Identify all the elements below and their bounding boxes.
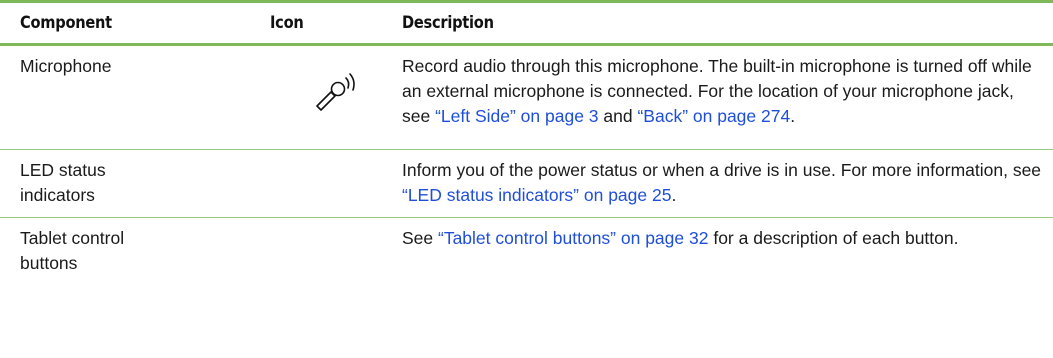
component-name: Microphone [20,56,112,76]
component-name: LED status indicators [20,160,106,205]
header-icon: Icon [270,13,304,33]
component-description: Record audio through this microphone. Th… [402,56,1032,126]
link-led-status-indicators[interactable]: “LED status indicators” on page 25 [402,185,671,205]
table-row: LED status indicators Inform you of the … [0,150,1053,218]
table-header-row: Component Icon Description [0,1,1053,45]
table-row: Microphone Record audio through this mic… [0,45,1053,150]
link-left-side[interactable]: “Left Side” on page 3 [435,106,598,126]
link-tablet-control-buttons[interactable]: “Tablet control buttons” on page 32 [438,228,708,248]
icon-cell [250,45,382,150]
microphone-icon [316,73,355,111]
icon-cell [250,150,382,218]
component-description: Inform you of the power status or when a… [402,160,1042,205]
component-name: Tablet control buttons [20,228,125,273]
link-back[interactable]: “Back” on page 274 [637,106,790,126]
icon-cell [250,218,382,286]
table-row: Tablet control buttons See “Tablet contr… [0,218,1053,286]
component-description: See “Tablet control buttons” on page 32 … [402,228,959,248]
header-component: Component [20,13,112,33]
header-description: Description [402,13,494,33]
component-table: Component Icon Description Microphone Re… [0,0,1053,285]
